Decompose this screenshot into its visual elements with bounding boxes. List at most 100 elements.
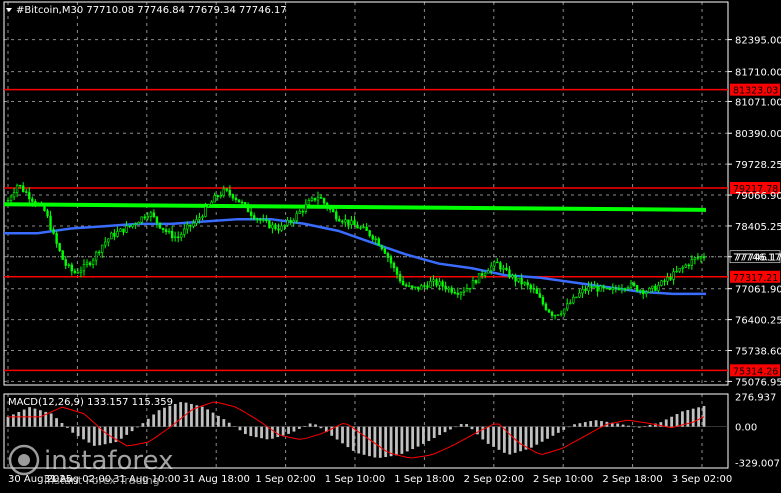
macd-histogram-bar [341, 426, 344, 444]
price-tick-label: 79728.25 [735, 160, 781, 171]
macd-histogram-bar [38, 410, 42, 427]
candle-body [538, 293, 542, 298]
time-axis-label: 2 Sep 02:00 [464, 474, 524, 485]
macd-histogram-bar [287, 426, 290, 434]
candle-body [116, 231, 119, 237]
candle-body [617, 288, 621, 291]
macd-histogram-bar [11, 414, 15, 427]
candle-body [550, 311, 554, 316]
candle-body [338, 218, 341, 222]
macd-histogram-bar [384, 426, 388, 458]
macd-histogram-bar [211, 412, 215, 427]
candle-body [213, 195, 216, 203]
macd-histogram-bar [103, 426, 107, 445]
price-tick-label: 75076.95 [735, 377, 781, 388]
candle-body [407, 285, 411, 287]
macd-histogram-bar [292, 426, 296, 432]
candle-body [207, 204, 210, 207]
candle-body [608, 287, 611, 290]
candle-body [368, 230, 371, 237]
candle-body [587, 286, 590, 291]
candle-body [544, 303, 548, 311]
candle-body [12, 192, 16, 198]
macd-histogram-bar [519, 426, 522, 452]
candle-body [447, 287, 450, 290]
candle-body [593, 286, 596, 288]
price-tick-label: 75738.60 [735, 347, 781, 358]
candle-body [341, 220, 344, 223]
candle-body [186, 224, 189, 230]
macd-histogram-bar [308, 423, 312, 427]
candle-body [468, 287, 472, 290]
candle-body [131, 224, 134, 227]
candle-body [40, 203, 43, 206]
candle-body [556, 314, 560, 316]
candle-body [322, 198, 326, 204]
logo-tagline-text: Instant Forex Trading [44, 474, 160, 487]
candle-body [483, 272, 487, 276]
macd-histogram-bar [179, 402, 183, 427]
candle-body [626, 286, 630, 290]
candle-body [620, 288, 624, 291]
candle-body [277, 228, 280, 231]
macd-histogram-bar [395, 426, 398, 456]
macd-histogram-bar [589, 421, 593, 427]
macd-histogram-bar [492, 426, 495, 447]
macd-histogram-bar [281, 426, 285, 436]
candle-body [313, 197, 317, 201]
macd-histogram-bar [65, 426, 69, 428]
candle-body [304, 203, 308, 212]
macd-histogram-bar [389, 426, 393, 457]
candle-body [225, 188, 229, 191]
candle-body [167, 230, 171, 233]
macd-histogram-bar [92, 426, 96, 446]
candle-body [374, 238, 377, 240]
macd-histogram-bar [260, 426, 263, 439]
candle-body [137, 221, 140, 225]
macd-histogram-bar [465, 424, 469, 427]
candle-body [660, 280, 663, 286]
macd-histogram-bar [627, 425, 630, 427]
candle-body [365, 226, 368, 231]
candle-body [332, 209, 335, 213]
macd-histogram-bar [405, 426, 409, 452]
macd-histogram-bar [508, 426, 512, 455]
macd-histogram-bar [411, 426, 415, 450]
macd-histogram-bar [632, 426, 636, 428]
macd-histogram-bar [200, 406, 204, 427]
macd-histogram-bar [49, 413, 53, 427]
macd-histogram-bar [567, 426, 571, 428]
macd-histogram-bar [400, 426, 404, 454]
macd-histogram-bar [125, 426, 129, 435]
chart-menu-triangle-icon[interactable] [6, 8, 12, 12]
candle-body [262, 219, 265, 221]
candle-body [371, 235, 374, 240]
candle-body [344, 219, 347, 223]
macd-histogram-bar [648, 424, 652, 427]
candle-body [514, 275, 517, 282]
candle-body [578, 292, 581, 298]
candle-body [128, 225, 131, 227]
macd-histogram-bar [227, 422, 231, 427]
candle-body [635, 285, 639, 292]
candle-body [222, 188, 225, 196]
candle-body [693, 257, 697, 260]
candle-body [502, 267, 505, 270]
chart-symbol-header: #Bitcoin,M30 77710.08 77746.84 77679.34 … [16, 5, 287, 16]
macd-histogram-bar [470, 426, 474, 430]
candle-body [474, 280, 478, 284]
candle-body [140, 216, 143, 223]
candle-body [289, 220, 292, 223]
candle-body [605, 287, 608, 290]
candle-body [249, 211, 253, 216]
macd-histogram-bar [33, 408, 37, 427]
macd-histogram-bar [546, 426, 549, 439]
candle-body [696, 257, 700, 259]
candle-body [280, 225, 283, 231]
candle-body [25, 191, 28, 193]
level-price-label: 81323.03 [733, 86, 778, 97]
price-chart: 81323.0379217.7877317.2175314.2677746.17… [3, 1, 781, 487]
macd-histogram-bar [136, 426, 139, 428]
price-tick-label: 79066.90 [735, 191, 781, 202]
macd-histogram-bar [217, 415, 220, 427]
